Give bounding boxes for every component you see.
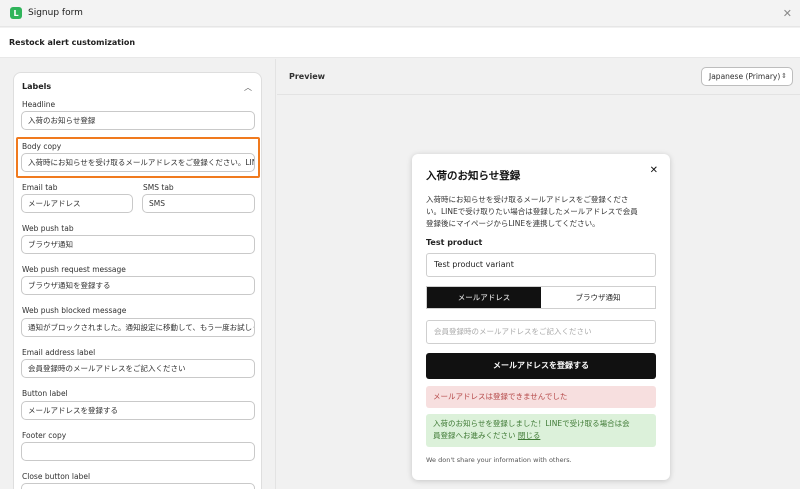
close-icon[interactable]: ✕ xyxy=(783,7,792,20)
modal-body-line: い。LINEで受け取りたい場合は登録したメールアドレスで会員 xyxy=(426,207,638,216)
variant-select[interactable]: Test product variant xyxy=(426,253,656,277)
web-push-request-input[interactable]: ブラウザ通知を登録する xyxy=(21,276,255,295)
success-text-line: 入荷のお知らせを登録しました！LINEで受け取る場合は会 xyxy=(433,419,630,428)
signup-modal: 入荷のお知らせ登録 ✕ 入荷時にお知らせを受け取るメールアドレスをご登録くださ … xyxy=(412,154,670,480)
modal-footer: We don't share your information with oth… xyxy=(426,456,572,464)
language-select[interactable]: Japanese (Primary) ⇕ xyxy=(701,67,793,86)
labels-card: Labels ︿ Headline 入荷のお知らせ登録 Body copy 入荷… xyxy=(13,72,262,489)
email-tab-input[interactable]: メールアドレス xyxy=(21,194,133,213)
headline-input[interactable]: 入荷のお知らせ登録 xyxy=(21,111,255,130)
page-title: Restock alert customization xyxy=(9,38,136,47)
web-push-tab-label: Web push tab xyxy=(22,224,74,233)
body-copy-label: Body copy xyxy=(22,142,62,151)
email-input[interactable]: 会員登録時のメールアドレスをご記入ください xyxy=(426,320,656,344)
email-address-input[interactable]: 会員登録時のメールアドレスをご記入ください xyxy=(21,359,255,378)
success-message: 入荷のお知らせを登録しました！LINEで受け取る場合は会 員登録へお進みください… xyxy=(426,414,656,447)
window-title: Signup form xyxy=(28,8,83,18)
register-email-button[interactable]: メールアドレスを登録する xyxy=(426,353,656,379)
web-push-request-label: Web push request message xyxy=(22,265,126,274)
tab-email[interactable]: メールアドレス xyxy=(427,287,541,308)
sms-tab-label: SMS tab xyxy=(143,183,174,192)
preview-title: Preview xyxy=(289,72,326,81)
error-message: メールアドレスは登録できませんでした xyxy=(426,386,656,408)
close-link[interactable]: 閉じる xyxy=(518,431,541,440)
settings-panel: Labels ︿ Headline 入荷のお知らせ登録 Body copy 入荷… xyxy=(0,59,276,489)
sms-tab-input[interactable]: SMS xyxy=(142,194,255,213)
modal-body-line: 登録後にマイページからLINEを連携してください。 xyxy=(426,219,600,228)
chevron-updown-icon: ⇕ xyxy=(781,72,787,80)
language-select-value: Japanese (Primary) xyxy=(709,72,781,81)
preview-header: Preview Japanese (Primary) ⇕ xyxy=(277,59,800,95)
preview-panel: Preview Japanese (Primary) ⇕ 入荷のお知らせ登録 ✕… xyxy=(277,59,800,489)
labels-card-title: Labels xyxy=(22,82,52,91)
close-icon[interactable]: ✕ xyxy=(650,165,658,176)
modal-title: 入荷のお知らせ登録 xyxy=(426,170,521,182)
web-push-blocked-label: Web push blocked message xyxy=(22,306,127,315)
body-copy-input[interactable]: 入荷時にお知らせを受け取るメールアドレスをご登録ください。LINEで受け取りたい… xyxy=(21,153,255,172)
footer-copy-input[interactable] xyxy=(21,442,255,461)
button-label-label: Button label xyxy=(22,389,68,398)
modal-body: 入荷時にお知らせを受け取るメールアドレスをご登録くださ い。LINEで受け取りた… xyxy=(426,194,658,230)
success-text-line: 員登録へお進みください xyxy=(433,431,516,440)
headline-label: Headline xyxy=(22,100,56,109)
tab-browser-notification[interactable]: ブラウザ通知 xyxy=(541,287,655,308)
email-tab-label: Email tab xyxy=(22,183,58,192)
close-button-label-input[interactable] xyxy=(21,483,255,489)
product-name: Test product xyxy=(426,238,483,247)
app-logo-icon: L xyxy=(10,7,22,19)
web-push-blocked-input[interactable]: 通知がブロックされました。通知設定に移動して、もう一度お試しください。 xyxy=(21,318,255,337)
email-address-label: Email address label xyxy=(22,348,96,357)
close-button-label-label: Close button label xyxy=(22,472,91,481)
web-push-tab-input[interactable]: ブラウザ通知 xyxy=(21,235,255,254)
button-label-input[interactable]: メールアドレスを登録する xyxy=(21,401,255,420)
channel-tabs: メールアドレス ブラウザ通知 xyxy=(426,286,656,309)
modal-body-line: 入荷時にお知らせを受け取るメールアドレスをご登録くださ xyxy=(426,195,629,204)
chevron-up-icon[interactable]: ︿ xyxy=(244,82,252,93)
footer-copy-label: Footer copy xyxy=(22,431,67,440)
subheader: Restock alert customization xyxy=(0,28,800,58)
window-titlebar: L Signup form ✕ xyxy=(0,0,800,27)
